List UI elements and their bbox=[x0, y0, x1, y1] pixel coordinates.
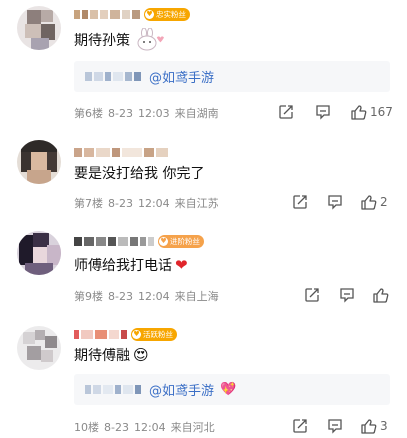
share-button[interactable] bbox=[290, 418, 310, 434]
share-icon bbox=[279, 105, 293, 119]
comment-time: 12:04 bbox=[137, 290, 170, 303]
like-icon bbox=[361, 194, 377, 210]
like-icon bbox=[373, 287, 389, 303]
fan-badge[interactable]: ♥ 忠实粉丝 bbox=[144, 7, 190, 21]
comment-icon bbox=[316, 105, 330, 120]
comment-date: 8-23 bbox=[108, 197, 133, 210]
red-heart-icon: ❤ bbox=[175, 256, 188, 274]
fan-badge-icon: ♥ bbox=[145, 9, 154, 19]
fan-badge[interactable]: ♥ 活跃粉丝 bbox=[131, 327, 177, 341]
floor-number: 第7楼 bbox=[74, 197, 103, 210]
comment-meta: 第7楼 8-23 12:04 来自江苏 bbox=[74, 195, 224, 211]
floor-number: 10楼 bbox=[74, 421, 99, 434]
quote-box[interactable]: @如鸢手游 bbox=[74, 61, 390, 92]
comment-meta: 10楼 8-23 12:04 来自河北 bbox=[74, 419, 220, 435]
floor-number: 第9楼 bbox=[74, 290, 103, 303]
comment-location: 来自江苏 bbox=[174, 197, 219, 210]
action-bar: 167 bbox=[276, 102, 393, 122]
comment-icon bbox=[328, 419, 342, 434]
like-icon bbox=[351, 104, 367, 120]
comment-icon bbox=[328, 195, 342, 210]
avatar[interactable] bbox=[17, 326, 61, 370]
heart-eyes-emoji-icon: 😍 bbox=[133, 346, 149, 364]
comment-text: 师傅给我打电话 ❤ bbox=[74, 256, 188, 274]
comment-time: 12:04 bbox=[137, 197, 170, 210]
comment-button[interactable] bbox=[325, 418, 345, 434]
comment-button[interactable] bbox=[337, 287, 357, 303]
like-count: 2 bbox=[380, 195, 388, 209]
avatar[interactable] bbox=[17, 231, 61, 275]
sparkling-heart-icon: 💖 bbox=[220, 382, 237, 397]
comment-meta: 第9楼 8-23 12:04 来自上海 bbox=[74, 288, 224, 304]
share-button[interactable] bbox=[290, 194, 310, 210]
comment-item: 要是没打给我 你完了 第7楼 8-23 12:04 来自江苏 2 bbox=[0, 126, 407, 221]
fan-badge-icon: ♥ bbox=[159, 236, 168, 246]
username[interactable]: ♥ 活跃粉丝 bbox=[74, 327, 177, 341]
bunny-sticker-icon bbox=[137, 28, 164, 51]
action-bar: 2 bbox=[290, 192, 388, 212]
comment-button[interactable] bbox=[325, 194, 345, 210]
comment-item: ♥ 忠实粉丝 期待孙策 @如鸢手游 第6楼 8-23 12:03 来自湖南 16… bbox=[0, 0, 407, 126]
share-icon bbox=[305, 288, 319, 302]
avatar[interactable] bbox=[17, 140, 61, 184]
fan-badge[interactable]: ♥ 进阶粉丝 bbox=[158, 234, 204, 248]
mention-link[interactable]: @如鸢手游 bbox=[149, 67, 214, 86]
like-button[interactable]: 3 bbox=[360, 418, 388, 435]
like-count: 3 bbox=[380, 419, 388, 433]
action-bar bbox=[302, 285, 392, 305]
share-icon bbox=[293, 195, 307, 209]
fan-badge-icon: ♥ bbox=[132, 329, 141, 339]
like-button[interactable]: 2 bbox=[360, 194, 388, 211]
mention-link[interactable]: @如鸢手游 bbox=[149, 380, 214, 399]
action-bar: 3 bbox=[290, 416, 388, 436]
comment-location: 来自湖南 bbox=[174, 107, 219, 120]
floor-number: 第6楼 bbox=[74, 107, 103, 120]
comment-meta: 第6楼 8-23 12:03 来自湖南 bbox=[74, 105, 224, 121]
like-icon bbox=[361, 418, 377, 434]
comment-text: 期待孙策 bbox=[74, 28, 166, 51]
comment-date: 8-23 bbox=[104, 421, 129, 434]
share-button[interactable] bbox=[302, 287, 322, 303]
comment-text: 期待傅融 😍 bbox=[74, 346, 149, 364]
comment-time: 12:03 bbox=[137, 107, 170, 120]
comment-date: 8-23 bbox=[108, 107, 133, 120]
comment-item: ♥ 活跃粉丝 期待傅融 😍 @如鸢手游 💖 10楼 8-23 12:04 来自河北 3 bbox=[0, 316, 407, 438]
like-count: 167 bbox=[370, 105, 393, 119]
comment-date: 8-23 bbox=[108, 290, 133, 303]
username[interactable]: ♥ 进阶粉丝 bbox=[74, 234, 204, 248]
like-button[interactable]: 167 bbox=[350, 104, 393, 121]
comment-time: 12:04 bbox=[133, 421, 166, 434]
comment-icon bbox=[340, 288, 354, 303]
quote-box[interactable]: @如鸢手游 💖 bbox=[74, 374, 390, 405]
like-button[interactable] bbox=[372, 287, 392, 304]
comment-location: 来自河北 bbox=[170, 421, 215, 434]
comment-text: 要是没打给我 你完了 bbox=[74, 166, 205, 182]
share-button[interactable] bbox=[276, 104, 296, 120]
share-icon bbox=[293, 419, 307, 433]
username[interactable]: ♥ 忠实粉丝 bbox=[74, 7, 190, 21]
comment-button[interactable] bbox=[313, 104, 333, 120]
avatar[interactable] bbox=[17, 6, 61, 50]
username[interactable] bbox=[74, 146, 170, 158]
comment-location: 来自上海 bbox=[174, 290, 219, 303]
comment-item: ♥ 进阶粉丝 师傅给我打电话 ❤ 第9楼 8-23 12:04 来自上海 bbox=[0, 221, 407, 316]
